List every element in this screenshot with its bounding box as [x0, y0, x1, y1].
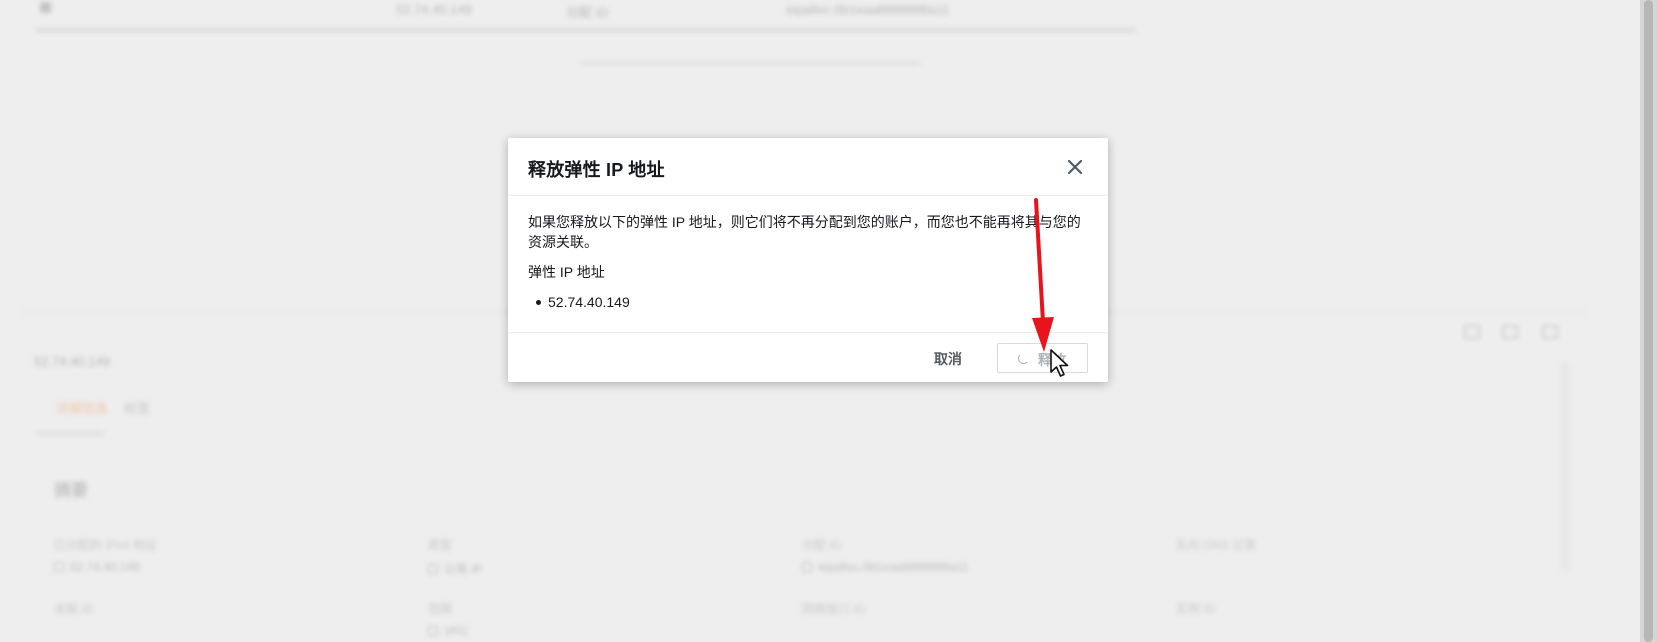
table-row: 52.74.40.149 分配 ID eipalloc-0b1eaa888888…: [36, 0, 1136, 22]
field-value: VPC: [428, 624, 469, 638]
table-row-rule: [580, 62, 920, 65]
field-value: 公有 IP: [428, 560, 483, 577]
detail-panel-title: 52.74.40.149: [34, 354, 110, 369]
table-cell-type: 分配 ID: [566, 5, 609, 20]
row-checkbox: [40, 2, 51, 13]
field-label: 类型: [428, 538, 453, 552]
dialog-header: 释放弹性 IP 地址: [508, 138, 1108, 196]
eip-list-label: 弹性 IP 地址: [528, 264, 605, 280]
dialog-body: 如果您释放以下的弹性 IP 地址，则它们将不再分配到您的账户，而您也不能再将其与…: [528, 212, 1088, 312]
field-value: eipalloc-0b1eaa8888888a11: [802, 560, 969, 574]
tab-details: 详细信息: [56, 401, 109, 416]
release-button[interactable]: 释放: [997, 343, 1088, 373]
dialog-title: 释放弹性 IP 地址: [528, 160, 665, 180]
close-icon: [1067, 159, 1083, 175]
table-cell-ip: 52.74.40.149: [396, 2, 472, 17]
field-label: 范围: [428, 602, 453, 616]
cancel-button[interactable]: 取消: [926, 345, 970, 373]
tab-tags: 标签: [124, 401, 151, 416]
copy-icon: [54, 562, 64, 572]
panel-icon: [1502, 325, 1518, 339]
close-button[interactable]: [1062, 154, 1088, 180]
field-label: 网络接口 ID: [802, 602, 866, 616]
release-eip-dialog: 释放弹性 IP 地址 如果您释放以下的弹性 IP 地址，则它们将不再分配到您的账…: [508, 138, 1108, 382]
list-item: 52.74.40.149: [528, 292, 1088, 312]
panel-scrollbar: [1560, 362, 1570, 572]
field-value: 52.74.40.149: [54, 560, 140, 574]
table-cell-allocation-id: eipalloc-0b1eaa8888888a11: [786, 2, 950, 17]
field-label: 实例 ID: [1176, 602, 1216, 616]
dialog-footer: 取消 释放: [508, 332, 1108, 382]
copy-icon: [428, 564, 438, 574]
dialog-description: 如果您释放以下的弹性 IP 地址，则它们将不再分配到您的账户，而您也不能再将其与…: [528, 214, 1081, 250]
copy-icon: [802, 562, 812, 572]
loading-spinner-icon: [1018, 353, 1029, 364]
active-tab-underline: [36, 432, 104, 435]
mouse-pointer-icon: [1050, 349, 1069, 377]
table-row-rule: [36, 28, 1136, 33]
page-scrollbar[interactable]: [1640, 0, 1657, 642]
field-label: 关联 ID: [54, 602, 94, 616]
eip-list: 52.74.40.149: [528, 292, 1088, 312]
summary-heading: 摘要: [54, 481, 88, 500]
field-label: 分配 ID: [802, 538, 842, 552]
field-label: 已分配的 IPv4 地址: [54, 538, 157, 552]
panel-icon: [1464, 325, 1480, 339]
copy-icon: [428, 626, 438, 636]
scrollbar-thumb[interactable]: [1644, 0, 1653, 642]
field-label: 反向 DNS 记录: [1176, 538, 1257, 552]
panel-icon: [1542, 325, 1558, 339]
